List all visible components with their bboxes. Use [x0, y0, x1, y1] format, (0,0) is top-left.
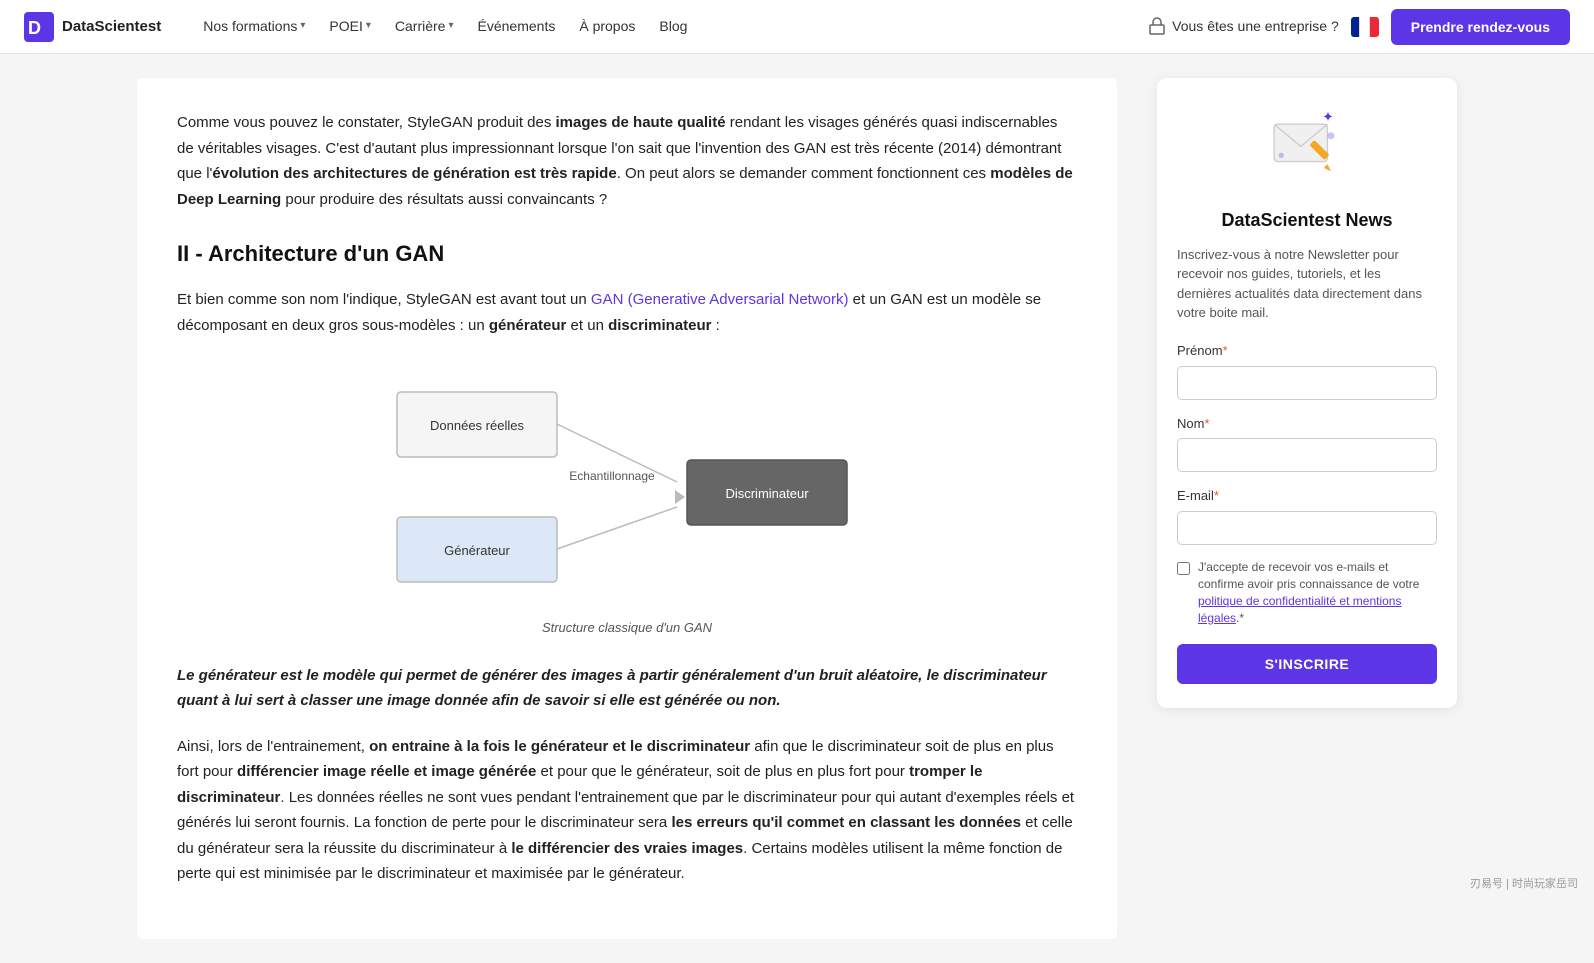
cta-button[interactable]: Prendre rendez-vous: [1391, 9, 1570, 45]
svg-text:Echantillonnage: Echantillonnage: [569, 469, 655, 483]
navbar: D DataScientest Nos formations ▾ POEI ▾ …: [0, 0, 1594, 54]
enterprise-icon: [1148, 17, 1166, 35]
intro-bold-1: images de haute qualité: [556, 114, 726, 131]
newsletter-illustration: ✦: [1267, 102, 1347, 182]
nav-evenements[interactable]: Événements: [468, 9, 566, 43]
newsletter-icon: ✦: [1177, 102, 1437, 190]
nom-input[interactable]: [1177, 438, 1437, 472]
newsletter-desc: Inscrivez-vous à notre Newsletter pour r…: [1177, 245, 1437, 323]
svg-text:Données réelles: Données réelles: [430, 418, 524, 433]
svg-text:Générateur: Générateur: [444, 543, 510, 558]
diagram-caption: Structure classique d'un GAN: [177, 618, 1077, 639]
nav-right: Vous êtes une entreprise ? Prendre rende…: [1148, 9, 1570, 45]
subscribe-button[interactable]: S'INSCRIRE: [1177, 644, 1437, 684]
logo-icon: D: [24, 12, 54, 42]
sidebar: ✦ DataScientest News Inscrivez-vous à no…: [1157, 78, 1457, 939]
prenom-input[interactable]: [1177, 366, 1437, 400]
intro-text-4: pour produire des résultats aussi convai…: [281, 191, 607, 208]
svg-text:D: D: [28, 18, 41, 38]
chevron-down-icon: ▾: [300, 18, 305, 34]
main-content: Comme vous pouvez le constater, StyleGAN…: [137, 78, 1117, 939]
logo-link[interactable]: D DataScientest: [24, 12, 161, 42]
language-flag[interactable]: [1351, 17, 1379, 37]
bottom-bold-1: on entraine à la fois le générateur et l…: [369, 738, 750, 755]
section-text-3: et un: [566, 317, 608, 334]
nav-formations[interactable]: Nos formations ▾: [193, 9, 315, 43]
bottom-bold-4: les erreurs qu'il commet en classant les…: [671, 814, 1021, 831]
page-wrapper: Comme vous pouvez le constater, StyleGAN…: [97, 54, 1497, 963]
intro-text-1: Comme vous pouvez le constater, StyleGAN…: [177, 114, 556, 131]
section-heading: II - Architecture d'un GAN: [177, 236, 1077, 271]
bottom-text-1: Ainsi, lors de l'entrainement,: [177, 738, 369, 755]
svg-text:✦: ✦: [1322, 110, 1334, 126]
nom-label: Nom*: [1177, 414, 1437, 435]
bottom-text-3: et pour que le générateur, soit de plus …: [536, 763, 909, 780]
email-input[interactable]: [1177, 511, 1437, 545]
intro-paragraph: Comme vous pouvez le constater, StyleGAN…: [177, 110, 1077, 212]
intro-bold-2: évolution des architectures de génératio…: [212, 165, 616, 182]
nav-poei[interactable]: POEI ▾: [319, 9, 381, 43]
highlight-paragraph: Le générateur est le modèle qui permet d…: [177, 663, 1077, 714]
section-text-4: :: [711, 317, 719, 334]
nav-links: Nos formations ▾ POEI ▾ Carrière ▾ Événe…: [193, 9, 1148, 43]
discriminateur-text: discriminateur: [608, 317, 711, 334]
diagram-container: Données réelles Générateur Echantillonna…: [177, 362, 1077, 639]
bottom-bold-5: le différencier des vraies images: [511, 840, 743, 857]
nav-apropos[interactable]: À propos: [569, 9, 645, 43]
newsletter-title: DataScientest News: [1177, 206, 1437, 235]
consent-checkbox[interactable]: [1177, 562, 1190, 575]
newsletter-card: ✦ DataScientest News Inscrivez-vous à no…: [1157, 78, 1457, 708]
email-label: E-mail*: [1177, 486, 1437, 507]
bottom-paragraph: Ainsi, lors de l'entrainement, on entrai…: [177, 734, 1077, 887]
intro-text-3: . On peut alors se demander comment fonc…: [617, 165, 991, 182]
nav-blog[interactable]: Blog: [649, 9, 697, 43]
chevron-down-icon: ▾: [366, 18, 371, 34]
section-intro-paragraph: Et bien comme son nom l'indique, StyleGA…: [177, 287, 1077, 338]
generateur-text: générateur: [489, 317, 567, 334]
consent-row: J'accepte de recevoir vos e-mails et con…: [1177, 559, 1437, 626]
privacy-link[interactable]: politique de confidentialité et mentions…: [1198, 594, 1401, 625]
gan-link[interactable]: GAN (Generative Adversarial Network): [591, 291, 849, 308]
bottom-bold-2: différencier image réelle et image génér…: [237, 763, 536, 780]
logo-text: DataScientest: [62, 15, 161, 39]
chevron-down-icon: ▾: [448, 18, 453, 34]
nav-carriere[interactable]: Carrière ▾: [385, 9, 464, 43]
enterprise-link[interactable]: Vous êtes une entreprise ?: [1148, 15, 1339, 37]
section-text-1: Et bien comme son nom l'indique, StyleGA…: [177, 291, 591, 308]
prenom-label: Prénom*: [1177, 341, 1437, 362]
svg-text:Discriminateur: Discriminateur: [725, 486, 809, 501]
consent-label: J'accepte de recevoir vos e-mails et con…: [1198, 559, 1437, 626]
gan-diagram: Données réelles Générateur Echantillonna…: [367, 362, 887, 610]
